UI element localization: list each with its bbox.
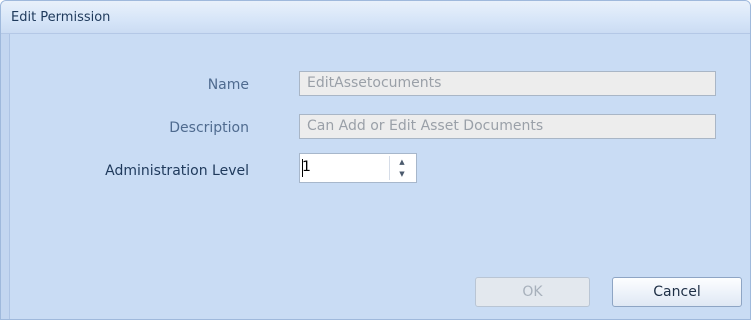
name-field[interactable]: EditAssetocuments bbox=[299, 71, 716, 96]
description-field[interactable]: Can Add or Edit Asset Documents bbox=[299, 114, 716, 139]
name-label: Name bbox=[207, 77, 249, 93]
spin-buttons: ▲ ▼ bbox=[389, 156, 414, 180]
text-caret bbox=[302, 159, 303, 177]
cancel-button[interactable]: Cancel bbox=[612, 277, 742, 307]
title-bar[interactable]: Edit Permission bbox=[1, 1, 750, 34]
chevron-down-icon[interactable]: ▼ bbox=[390, 168, 414, 180]
ok-button[interactable]: OK bbox=[475, 277, 590, 307]
dialog-title: Edit Permission bbox=[11, 10, 111, 25]
administration-level-value[interactable]: 1 bbox=[302, 159, 311, 175]
administration-level-stepper[interactable]: 1 ▲ ▼ bbox=[299, 153, 417, 183]
dialog-left-border bbox=[1, 34, 10, 319]
edit-permission-dialog: Edit Permission Name EditAssetocuments D… bbox=[0, 0, 751, 320]
chevron-up-icon[interactable]: ▲ bbox=[390, 156, 414, 168]
description-label: Description bbox=[169, 120, 249, 136]
administration-level-label: Administration Level bbox=[105, 163, 249, 179]
